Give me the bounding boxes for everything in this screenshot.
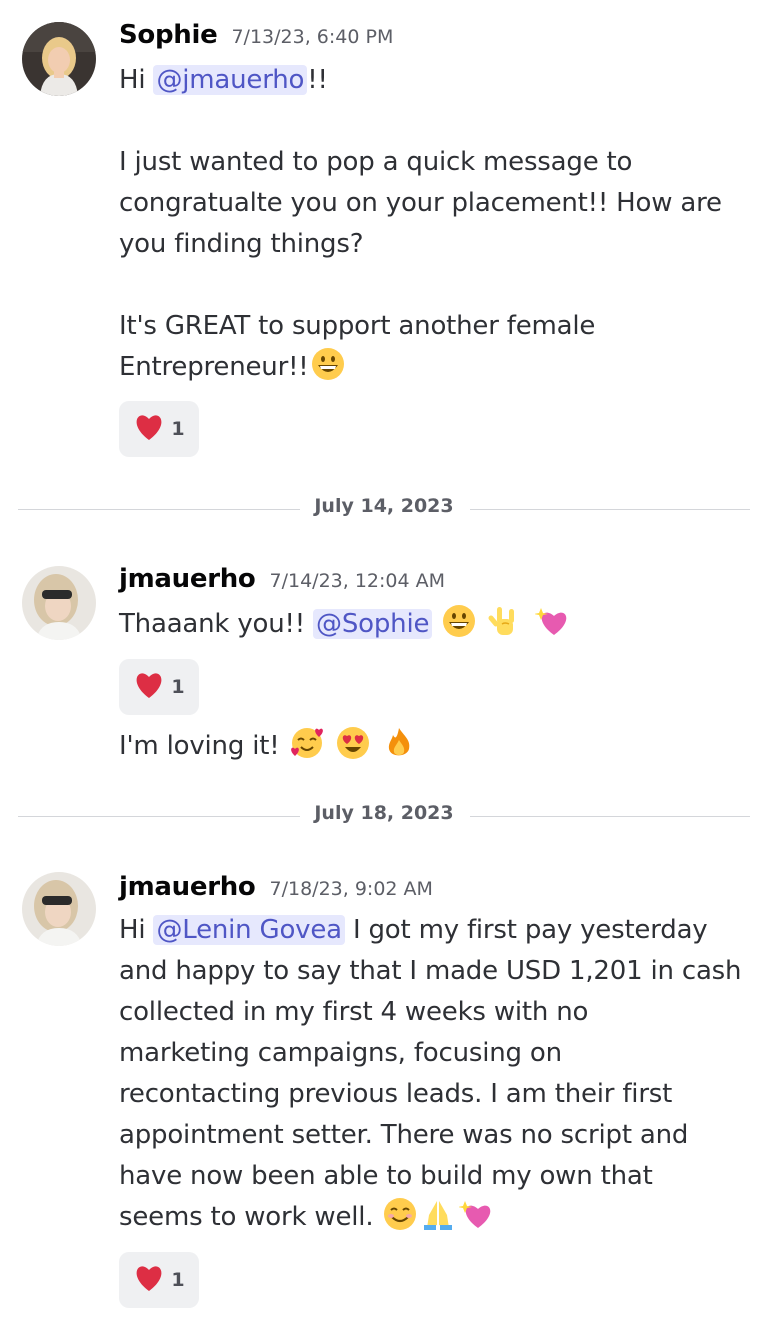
avatar[interactable] — [22, 22, 96, 96]
text-line: I just wanted to pop a quick message to — [119, 147, 633, 177]
text-line: collected in my first 4 weeks with no — [119, 997, 589, 1027]
username[interactable]: jmauerho — [119, 564, 256, 594]
red-heart-icon — [133, 670, 165, 704]
text-line: you finding things? — [119, 229, 364, 259]
message-header: jmauerho 7/14/23, 12:04 AM — [119, 564, 445, 594]
sparkling-heart-icon — [459, 1197, 493, 1231]
smiling-face-with-hearts-icon — [290, 726, 324, 760]
mention-jmauerho[interactable]: @jmauerho — [153, 65, 308, 95]
heart-eyes-icon — [336, 726, 370, 760]
date-divider: July 18, 2023 — [18, 796, 750, 836]
reaction-heart[interactable]: 1 — [119, 659, 199, 715]
smiling-face-icon — [383, 1197, 417, 1231]
avatar[interactable] — [22, 566, 96, 640]
reaction-heart[interactable]: 1 — [119, 1252, 199, 1308]
grinning-face-icon — [311, 347, 345, 381]
reaction-count: 1 — [171, 418, 185, 440]
text-line: appointment setter. There was no script … — [119, 1120, 689, 1150]
timestamp: 7/14/23, 12:04 AM — [269, 570, 446, 592]
reaction-heart[interactable]: 1 — [119, 401, 199, 457]
red-heart-icon — [133, 1263, 165, 1297]
text: Entrepreneur!! — [119, 352, 309, 382]
username[interactable]: Sophie — [119, 20, 218, 50]
text: !! — [307, 65, 328, 95]
folded-hands-icon — [421, 1197, 455, 1231]
text-line: and happy to say that I made USD 1,201 i… — [119, 956, 742, 986]
mention-sophie[interactable]: @Sophie — [313, 609, 433, 639]
reaction-count: 1 — [171, 1269, 185, 1291]
text: I got my first pay yesterday — [344, 915, 708, 945]
fire-icon — [382, 726, 416, 760]
text: Hi — [119, 915, 154, 945]
mention-lenin-govea[interactable]: @Lenin Govea — [153, 915, 345, 945]
date-divider-label: July 14, 2023 — [314, 495, 454, 517]
message-content-followup: I'm loving it! — [119, 726, 754, 767]
sparkling-heart-icon — [534, 604, 569, 638]
reaction-count: 1 — [171, 676, 185, 698]
text: seems to work well. — [119, 1202, 374, 1232]
timestamp: 7/13/23, 6:40 PM — [231, 26, 394, 48]
text: I'm loving it! — [119, 731, 280, 761]
text: Hi — [119, 65, 154, 95]
red-heart-icon — [133, 412, 165, 446]
username[interactable]: jmauerho — [119, 872, 256, 902]
message-content: Thaaank you!! @Sophie — [119, 604, 754, 645]
sign-of-horns-icon — [488, 604, 522, 638]
grinning-face-icon — [442, 604, 476, 638]
message-content: Hi @jmauerho!! I just wanted to pop a qu… — [119, 60, 754, 388]
message-header: jmauerho 7/18/23, 9:02 AM — [119, 872, 433, 902]
avatar[interactable] — [22, 872, 96, 946]
timestamp: 7/18/23, 9:02 AM — [269, 878, 433, 900]
date-divider-label: July 18, 2023 — [314, 802, 454, 824]
text-line: It's GREAT to support another female — [119, 311, 596, 341]
date-divider: July 14, 2023 — [18, 489, 750, 529]
message-content: Hi @Lenin Govea I got my first pay yeste… — [119, 910, 754, 1238]
text: Thaaank you!! — [119, 609, 314, 639]
message-header: Sophie 7/13/23, 6:40 PM — [119, 20, 393, 50]
text-line: recontacting previous leads. I am their … — [119, 1079, 673, 1109]
text-line: marketing campaigns, focusing on — [119, 1038, 562, 1068]
text-line: have now been able to build my own that — [119, 1161, 653, 1191]
text-line: congratualte you on your placement!! How… — [119, 188, 722, 218]
